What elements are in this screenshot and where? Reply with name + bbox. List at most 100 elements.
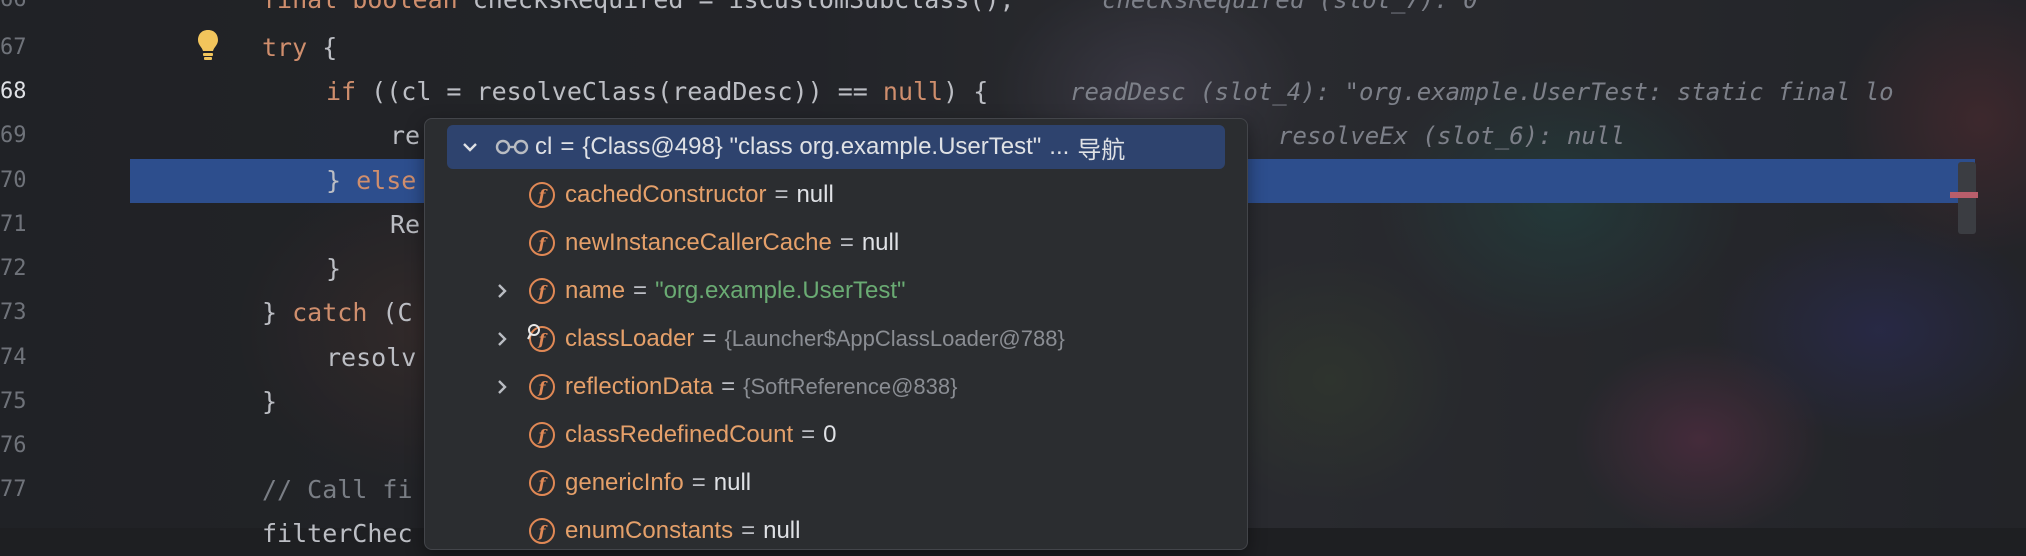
code-line-66[interactable]: final boolean checksRequired = isCustomS…	[262, 0, 1015, 22]
code-keyword: if	[326, 77, 357, 106]
line-number: 77	[0, 477, 27, 502]
field-equals: =	[801, 421, 816, 448]
field-name: classLoader	[565, 325, 695, 352]
line-number: 74	[0, 345, 27, 370]
field-equals: =	[633, 277, 648, 304]
line-number: 69	[0, 123, 27, 148]
field-f-icon: f	[529, 422, 555, 448]
code-text: }	[262, 298, 293, 327]
field-name: name	[565, 277, 626, 304]
code-line-72[interactable]: }	[326, 247, 341, 291]
chevron-right-icon[interactable]	[491, 376, 513, 398]
code-text: }	[326, 254, 342, 283]
field-equals: =	[721, 373, 736, 400]
root-variable-name: cl	[535, 133, 553, 160]
code-line-67[interactable]: try {	[262, 26, 337, 70]
code-line-78[interactable]: filterChec	[262, 512, 413, 556]
code-text: ((cl = resolveClass(readDesc)) ==	[356, 77, 883, 106]
code-text: Re	[390, 210, 421, 239]
line-number: 71	[0, 212, 27, 237]
code-text: {	[307, 33, 338, 62]
field-name: newInstanceCallerCache	[565, 229, 832, 256]
field-value: null	[861, 229, 900, 256]
code-text: checksRequired = isCustomSubclass();	[458, 0, 1015, 14]
inline-debug-value: readDesc (slot_4): "org.example.UserTest…	[1070, 78, 1894, 106]
code-keyword: try	[262, 33, 308, 62]
field-row[interactable]: f reflectionData = {SoftReference@838}	[425, 363, 1247, 411]
field-row[interactable]: f genericInfo = null	[425, 459, 1247, 507]
code-keyword: catch	[292, 298, 368, 327]
inline-debug-value: resolveEx (slot_6): null	[1278, 122, 1625, 150]
lightbulb-icon[interactable]	[196, 28, 220, 62]
code-line-77[interactable]: // Call fi	[262, 468, 413, 512]
field-name: classRedefinedCount	[565, 421, 794, 448]
code-text: re	[390, 121, 421, 150]
line-number: 73	[0, 300, 27, 325]
code-line-71[interactable]: Re	[390, 203, 420, 247]
code-line-75[interactable]: }	[262, 380, 277, 424]
field-value: {Launcher$AppClassLoader@788}	[724, 326, 1065, 351]
field-row[interactable]: f name = "org.example.UserTest"	[425, 267, 1247, 315]
field-name: enumConstants	[565, 517, 734, 544]
scrollbar-error-marker[interactable]	[1950, 192, 1978, 198]
field-value: 0	[823, 421, 837, 448]
field-name: genericInfo	[565, 469, 684, 496]
field-row[interactable]: f classRedefinedCount = 0	[425, 411, 1247, 459]
line-number-current: 68	[0, 79, 27, 104]
line-number: 72	[0, 256, 27, 281]
root-ellipsis: ...	[1049, 133, 1070, 160]
line-number: 76	[0, 433, 27, 458]
line-number: 67	[0, 35, 27, 60]
code-comment: // Call fi	[262, 475, 413, 504]
field-row[interactable]: f cachedConstructor = null	[425, 171, 1247, 219]
chevron-down-icon[interactable]	[459, 136, 481, 158]
field-name: cachedConstructor	[565, 181, 767, 208]
code-keyword: else	[356, 166, 417, 195]
chevron-right-icon[interactable]	[491, 328, 513, 350]
code-keyword: null	[882, 77, 944, 106]
line-number: 75	[0, 389, 27, 414]
field-value: null	[796, 181, 834, 208]
navigate-link[interactable]: 导航	[1077, 130, 1125, 165]
field-f-icon: f	[529, 374, 555, 400]
debugger-value-popup[interactable]: cl = {Class@498} "class org.example.User…	[424, 118, 1248, 550]
root-equals: =	[560, 133, 575, 160]
code-line-70[interactable]: } else	[326, 159, 416, 203]
field-row[interactable]: f enumConstants = null	[425, 507, 1247, 555]
editor-scrollbar[interactable]	[1958, 162, 1976, 234]
field-f-icon: f	[529, 518, 555, 544]
code-line-74[interactable]: resolv	[326, 336, 416, 380]
code-text: resolv	[326, 343, 417, 372]
field-value: null	[763, 517, 801, 544]
root-variable-value: {Class@498} "class org.example.UserTest"	[582, 133, 1042, 160]
field-row[interactable]: f classLoader = {Launcher$AppClassLoader…	[425, 315, 1247, 363]
field-value: "org.example.UserTest"	[655, 277, 906, 304]
code-text: ) {	[943, 77, 989, 106]
code-text: filterChec	[262, 519, 413, 548]
mouse-cursor-icon	[527, 324, 540, 340]
field-value: null	[713, 469, 752, 496]
field-f-icon: f	[529, 278, 555, 304]
line-number: 70	[0, 168, 27, 193]
code-text: }	[262, 387, 278, 416]
field-value: {SoftReference@838}	[743, 374, 958, 399]
code-text: (C	[367, 298, 413, 327]
chevron-right-icon[interactable]	[491, 280, 513, 302]
popup-root-node[interactable]: cl = {Class@498} "class org.example.User…	[447, 125, 1225, 169]
field-f-icon: f	[529, 470, 555, 496]
field-equals: =	[741, 517, 756, 544]
field-f-icon: f	[529, 230, 555, 256]
code-line-73[interactable]: } catch (C	[262, 291, 413, 335]
field-equals: =	[774, 181, 789, 208]
field-f-icon: f	[529, 182, 555, 208]
field-name: reflectionData	[565, 373, 714, 400]
code-keyword: final boolean	[262, 0, 458, 14]
line-number: 66	[0, 0, 27, 22]
code-line-68[interactable]: if ((cl = resolveClass(readDesc)) == nul…	[326, 70, 988, 114]
glasses-icon	[495, 139, 529, 155]
field-equals: =	[691, 469, 706, 496]
field-row[interactable]: f newInstanceCallerCache = null	[425, 219, 1247, 267]
field-equals: =	[702, 325, 717, 352]
field-equals: =	[839, 229, 854, 256]
code-line-69[interactable]: re	[390, 114, 420, 158]
